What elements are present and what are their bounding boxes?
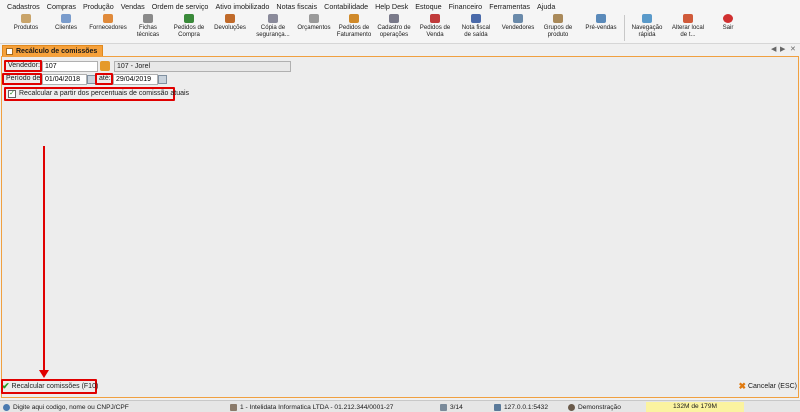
toolbar-copia-seguranca-button[interactable]: Cópia de segurança... xyxy=(250,13,296,43)
cart-icon xyxy=(184,14,194,23)
toolbar-clientes-button[interactable]: Clientes xyxy=(43,13,89,43)
seller-icon xyxy=(513,14,523,23)
menu-notas-fiscais[interactable]: Notas fiscais xyxy=(276,2,317,11)
highlight-vendedor xyxy=(4,60,42,72)
calendar-icon[interactable] xyxy=(158,75,167,84)
tab-close-icon[interactable]: ✕ xyxy=(790,45,796,53)
menu-producao[interactable]: Produção xyxy=(83,2,114,11)
company-icon xyxy=(230,403,237,411)
window-icon xyxy=(6,47,13,55)
highlight-ate xyxy=(95,73,113,85)
search-hint[interactable]: Digite aqui codigo, nome ou CNPJ/CPF xyxy=(3,402,129,412)
annotation-arrow-line xyxy=(43,146,45,374)
menu-vendas[interactable]: Vendas xyxy=(121,2,145,11)
menu-bar: Cadastros Compras Produção Vendas Ordem … xyxy=(0,0,800,12)
main-panel xyxy=(1,56,799,398)
count-status: 3/14 xyxy=(440,402,463,412)
menu-ordem-servico[interactable]: Ordem de serviço xyxy=(152,2,209,11)
toolbar-pedidos-compra-button[interactable]: Pedidos de Compra xyxy=(166,13,212,43)
memory-status: 132M de 179M xyxy=(646,402,744,412)
cancelar-button[interactable]: ✖ Cancelar (ESC) xyxy=(738,380,797,393)
sale-icon xyxy=(430,14,440,23)
toolbar-devolucoes-button[interactable]: Devoluções xyxy=(207,13,253,43)
toolbar-sair-button[interactable]: Sair xyxy=(705,13,751,43)
recalcular-checkbox-label: Recalcular a partir dos percentuais de c… xyxy=(19,90,190,97)
grid-icon xyxy=(389,14,399,23)
toolbar-grupos-produto-button[interactable]: Grupos de produto xyxy=(535,13,581,43)
menu-compras[interactable]: Compras xyxy=(47,2,76,11)
tab-recalculo-comissoes[interactable]: Recálculo de comissões xyxy=(2,45,104,56)
toolbar-nota-fiscal-saida-button[interactable]: Nota fiscal de saída xyxy=(453,13,499,43)
nav-icon xyxy=(642,14,652,23)
sheet-icon xyxy=(143,14,153,23)
copy-icon xyxy=(268,14,278,23)
periodo-to-input[interactable] xyxy=(113,74,158,85)
menu-ajuda[interactable]: Ajuda xyxy=(537,2,555,11)
menu-ativo-imobilizado[interactable]: Ativo imobilizado xyxy=(215,2,269,11)
menu-ferramentas[interactable]: Ferramentas xyxy=(489,2,530,11)
company-status: 1 - Intelidata Informatica LTDA - 01.212… xyxy=(230,402,393,412)
check-icon: ✔ xyxy=(2,381,10,391)
recalcular-checkbox[interactable]: ✓ xyxy=(8,90,16,98)
menu-cadastros[interactable]: Cadastros xyxy=(7,2,40,11)
count-icon xyxy=(440,403,447,411)
toolbar-pre-vendas-button[interactable]: Pré-vendas xyxy=(578,13,624,43)
presale-icon xyxy=(596,14,606,23)
user-icon xyxy=(568,403,575,411)
status-bar: Digite aqui codigo, nome ou CNPJ/CPF 1 -… xyxy=(0,400,800,412)
folder-icon[interactable] xyxy=(100,61,110,71)
toolbar: Produtos Clientes Fornecedores Fichas téc… xyxy=(0,12,800,44)
annotation-arrow-head xyxy=(39,370,49,378)
calc-icon xyxy=(309,14,319,23)
toolbar-cadastro-operacoes-button[interactable]: Cadastro de operações xyxy=(371,13,417,43)
invoice-icon xyxy=(471,14,481,23)
periodo-from-input[interactable] xyxy=(42,74,87,85)
tab-prev-icon[interactable]: ◀ xyxy=(771,45,776,53)
recalcular-button[interactable]: ✔ Recalcular comissões (F10) xyxy=(2,380,98,393)
menu-financeiro[interactable]: Financeiro xyxy=(449,2,483,11)
vendedor-name-field: 107 - Jorel xyxy=(114,61,291,72)
tab-bar: Recálculo de comissões ◀ ▶ ✕ xyxy=(0,44,800,56)
box-icon xyxy=(21,14,31,23)
vendedor-input[interactable] xyxy=(42,61,98,72)
truck-icon xyxy=(103,14,113,23)
people-icon xyxy=(61,14,71,23)
toolbar-navegacao-rapida-button[interactable]: Navegação rápida xyxy=(624,13,670,43)
power-icon xyxy=(723,14,733,23)
tab-next-icon[interactable]: ▶ xyxy=(780,45,785,53)
return-icon xyxy=(225,14,235,23)
user-status: Demonstração xyxy=(568,402,621,412)
cancel-icon: ✖ xyxy=(738,381,746,391)
toolbar-pedidos-venda-button[interactable]: Pedidos de Venda xyxy=(412,13,458,43)
server-icon xyxy=(494,403,501,411)
order-icon xyxy=(349,14,359,23)
toolbar-fichas-button[interactable]: Fichas técnicas xyxy=(125,13,171,43)
highlight-periodo xyxy=(2,73,42,85)
menu-estoque[interactable]: Estoque xyxy=(415,2,441,11)
group-icon xyxy=(553,14,563,23)
server-status: 127.0.0.1:5432 xyxy=(494,402,548,412)
menu-contabilidade[interactable]: Contabilidade xyxy=(324,2,368,11)
home-icon xyxy=(683,14,693,23)
info-icon xyxy=(3,403,10,411)
menu-help-desk[interactable]: Help Desk xyxy=(375,2,408,11)
